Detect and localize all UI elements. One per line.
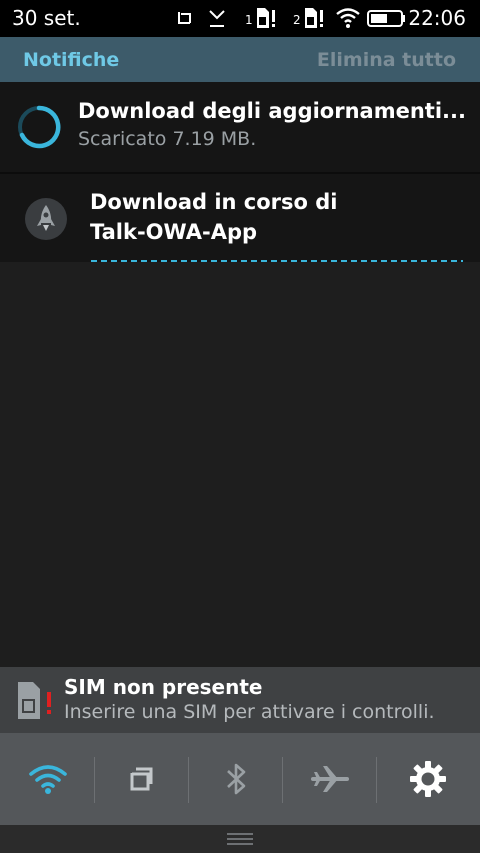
status-bar: 30 set. 1 2 22:06 [0,0,480,37]
handle-lines-icon [227,833,253,845]
status-time: 22:06 [408,6,466,30]
spinner-icon [18,105,61,149]
sim1-missing-icon [257,8,275,28]
gear-icon [410,761,446,797]
sim-warning-title: SIM non presente [64,675,263,699]
battery-icon [367,10,405,27]
sim1-label: 1 [245,13,253,27]
data-icon [130,767,153,791]
notification-title: Download degli aggiornamenti... [78,99,466,123]
wifi-icon [28,765,67,794]
bluetooth-toggle[interactable] [189,733,283,825]
data-sync-icon [178,12,191,24]
settings-button[interactable] [377,733,479,825]
bluetooth-icon [227,763,246,795]
notification-app-download[interactable]: Download in corso di Talk-OWA-App [0,174,480,264]
notifications-empty-area [0,262,480,667]
sim-warning-banner: SIM non presente Inserire una SIM per at… [0,667,480,733]
status-date: 30 set. [12,6,81,30]
airplane-icon [311,766,349,792]
sim-warning-subtitle: Inserire una SIM per attivare i controll… [64,701,435,723]
notifications-title: Notifiche [23,48,120,71]
wifi-status-icon [336,8,360,28]
sim2-label: 2 [293,13,301,27]
notifications-header: Notifiche Elimina tutto [0,37,480,82]
sim2-missing-icon [305,8,323,28]
wifi-toggle[interactable] [0,733,95,825]
airplane-toggle[interactable] [283,733,377,825]
download-status-icon [209,10,225,27]
notification-title-line1: Download in corso di [90,190,338,214]
notification-subtitle: Scaricato 7.19 MB. [78,128,257,150]
notification-title-line2: Talk-OWA-App [90,220,258,244]
drawer-handle[interactable] [0,825,480,853]
quick-settings-bar [0,733,480,825]
clear-all-button[interactable]: Elimina tutto [317,49,456,71]
sim-alert-icon [18,682,51,719]
data-toggle[interactable] [95,733,189,825]
rocket-icon [25,198,67,240]
notification-update-download[interactable]: Download degli aggiornamenti... Scaricat… [0,82,480,174]
